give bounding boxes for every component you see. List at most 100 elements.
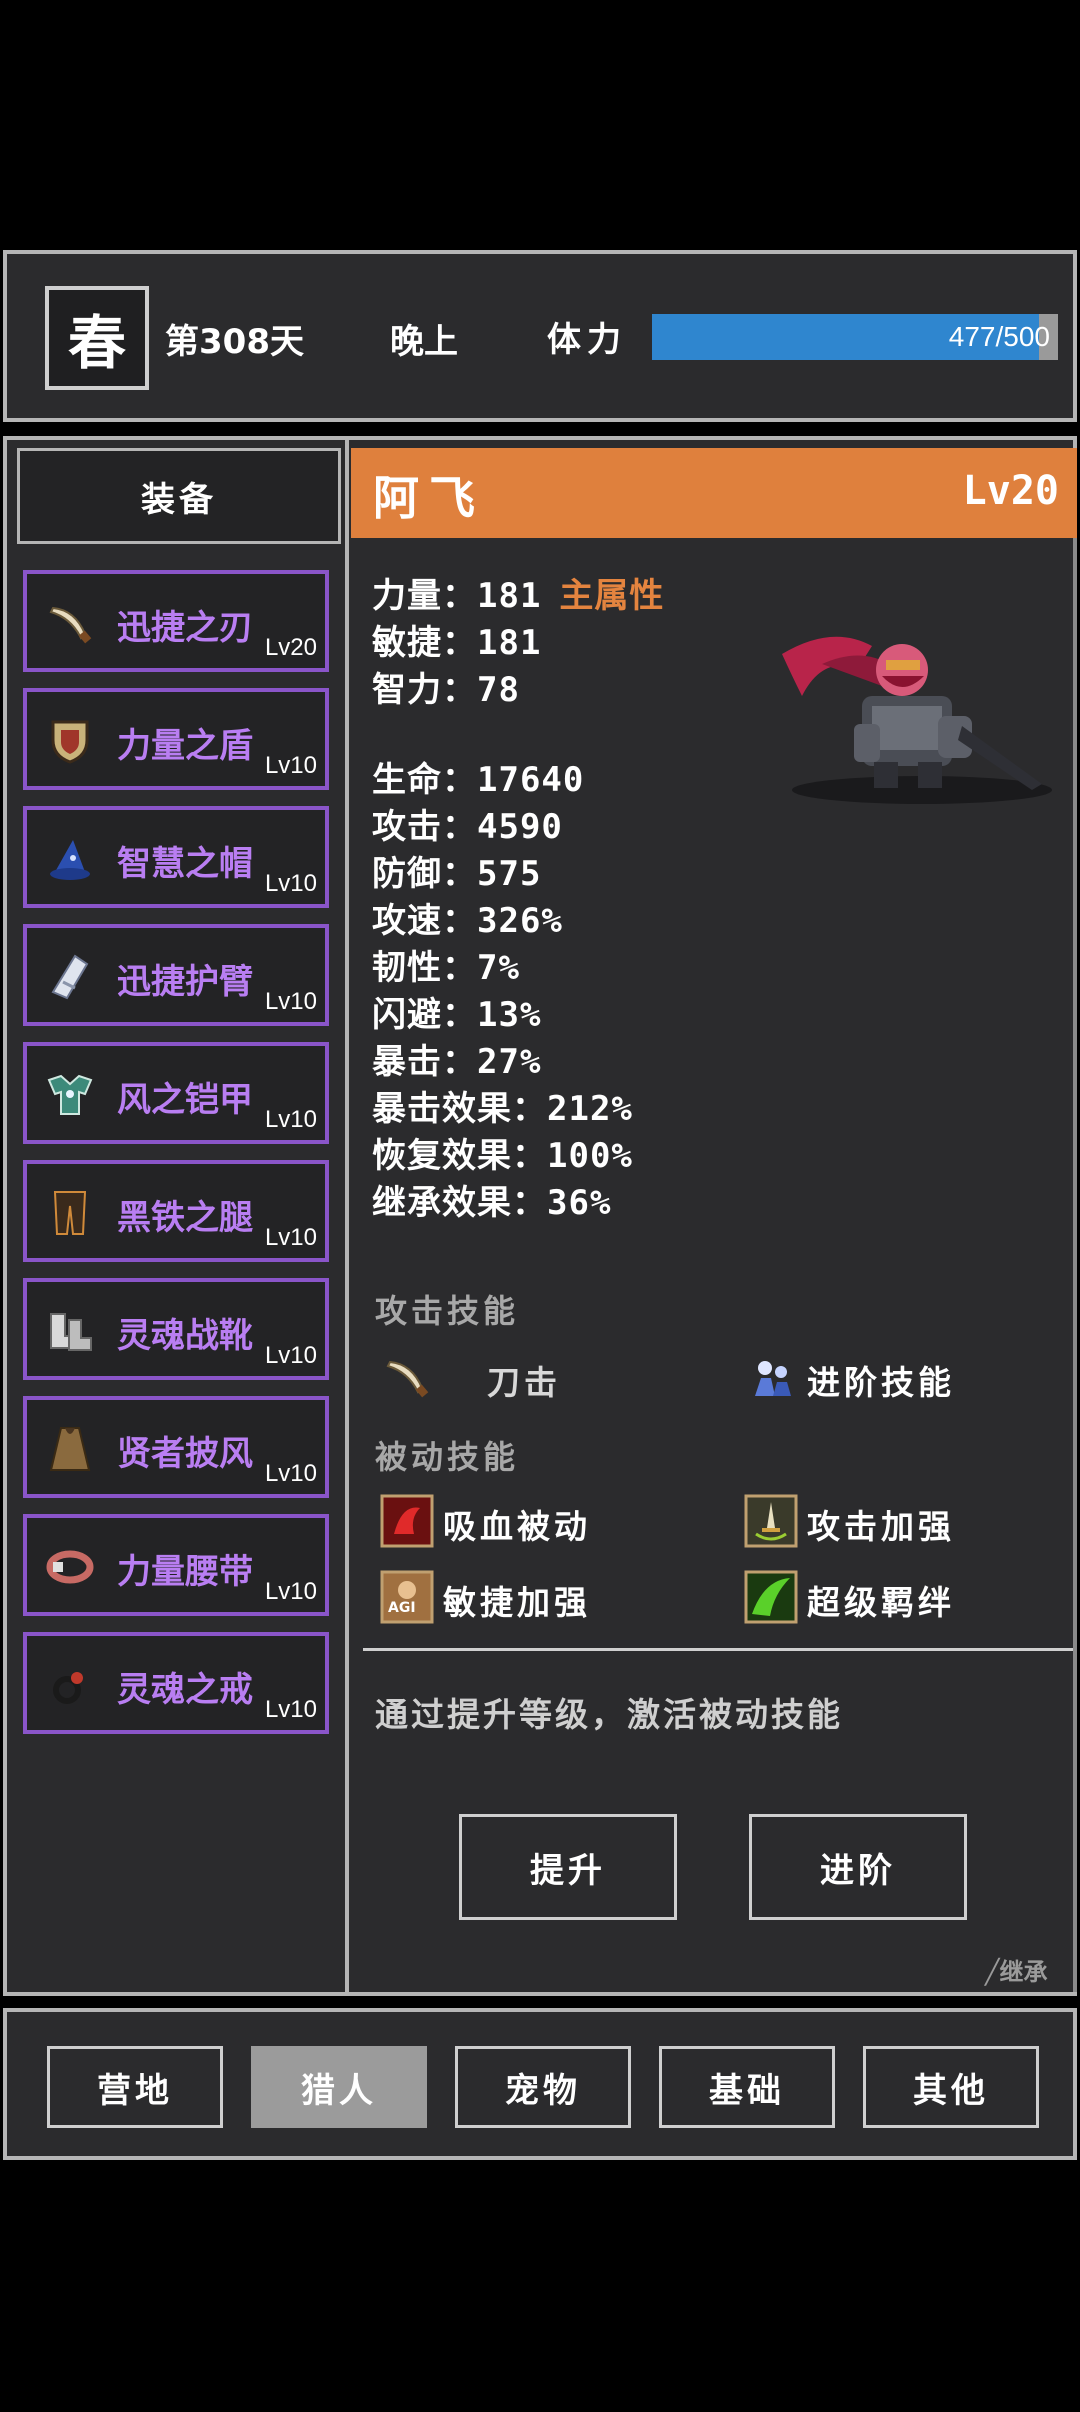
equip-name: 风之铠甲 <box>117 1080 253 1120</box>
hero-header: 阿飞 Lv20 <box>351 448 1077 538</box>
leggings-icon <box>53 1191 87 1235</box>
attr-intelligence: 智力：78 <box>372 662 520 711</box>
stat-value: 575 <box>477 854 542 894</box>
hunter-panel: 装备 迅捷之刃 Lv20 力量之盾 Lv10 智慧之帽 Lv10 迅捷护臂 Lv… <box>3 436 1077 1996</box>
attr-label: 智力： <box>372 670 477 710</box>
equip-name: 迅捷之刃 <box>117 608 253 648</box>
stat-label: 攻击： <box>372 807 477 847</box>
stat-crit: 暴击：27% <box>372 1034 541 1083</box>
stamina-value: 477/500 <box>948 321 1050 352</box>
equip-level: Lv10 <box>264 1106 317 1133</box>
equip-level: Lv10 <box>264 1460 317 1487</box>
passive-skill-attack-boost[interactable]: 攻击加强 <box>807 1500 955 1548</box>
boots-icon <box>50 1313 92 1351</box>
attack-skill-name[interactable]: 刀击 <box>487 1356 561 1404</box>
equip-slot-cloak[interactable]: 贤者披风 Lv10 <box>23 1396 329 1498</box>
equip-slot-belt[interactable]: 力量腰带 Lv10 <box>23 1514 329 1616</box>
attr-value: 181 <box>477 623 542 663</box>
ring-icon <box>53 1672 83 1704</box>
stamina-label: 体力 <box>547 320 627 360</box>
stat-value: 326% <box>477 901 563 941</box>
bracer-icon <box>51 954 89 1000</box>
equip-level: Lv10 <box>264 1342 317 1369</box>
attack-boost-icon <box>744 1494 798 1548</box>
stat-value: 17640 <box>477 760 585 800</box>
bottom-nav: 营地 猎人 宠物 基础 其他 <box>3 2008 1077 2160</box>
stat-value: 4590 <box>477 807 563 847</box>
equip-level: Lv10 <box>264 988 317 1015</box>
attr-strength: 力量：181 主属性 <box>372 568 664 617</box>
equip-slot-armor[interactable]: 风之铠甲 Lv10 <box>23 1042 329 1144</box>
tab-basic[interactable]: 基础 <box>659 2046 835 2128</box>
stat-value: 100% <box>547 1136 633 1176</box>
equip-level: Lv20 <box>264 634 317 661</box>
passive-skill-agility-boost[interactable]: 敏捷加强 <box>443 1576 591 1624</box>
equip-slot-blade[interactable]: 迅捷之刃 Lv20 <box>23 570 329 672</box>
stat-label: 继承效果： <box>372 1183 547 1223</box>
stat-label: 生命： <box>372 760 477 800</box>
stat-value: 7% <box>477 948 520 988</box>
stat-crit-effect: 暴击效果：212% <box>372 1081 633 1130</box>
stat-recovery-effect: 恢复效果：100% <box>372 1128 633 1177</box>
blade-icon <box>386 1360 429 1398</box>
section-divider <box>363 1648 1073 1651</box>
cloak-icon <box>49 1427 91 1471</box>
equip-slot-bracer[interactable]: 迅捷护臂 Lv10 <box>23 924 329 1026</box>
equip-level: Lv10 <box>264 1578 317 1605</box>
equip-slot-boots[interactable]: 灵魂战靴 Lv10 <box>23 1278 329 1380</box>
passive-skill-super-bond[interactable]: 超级羁绊 <box>807 1576 955 1624</box>
stat-label: 防御： <box>372 854 477 894</box>
equip-slot-leggings[interactable]: 黑铁之腿 Lv10 <box>23 1160 329 1262</box>
status-bar: 春 第308天 晚上 体力 477/500 <box>3 250 1077 422</box>
stat-label: 恢复效果： <box>372 1136 547 1176</box>
passive-skill-lifesteal[interactable]: 吸血被动 <box>443 1500 591 1548</box>
stat-tenacity: 韧性：7% <box>372 940 520 989</box>
equip-name: 力量之盾 <box>117 726 253 766</box>
attr-value: 181 <box>477 576 542 616</box>
attr-value: 78 <box>477 670 520 710</box>
day-counter: 第308天 <box>165 322 304 362</box>
stat-defense: 防御：575 <box>372 846 541 895</box>
equip-name: 灵魂战靴 <box>117 1316 253 1356</box>
primary-attribute-tag: 主属性 <box>559 576 665 616</box>
equip-name: 黑铁之腿 <box>117 1198 253 1238</box>
equip-name: 力量腰带 <box>117 1552 253 1592</box>
lifesteal-icon <box>380 1494 434 1548</box>
equip-slot-ring[interactable]: 灵魂之戒 Lv10 <box>23 1632 329 1734</box>
equip-name: 灵魂之戒 <box>117 1670 253 1710</box>
equip-level: Lv10 <box>264 1696 317 1723</box>
equip-slot-shield[interactable]: 力量之盾 Lv10 <box>23 688 329 790</box>
advance-button[interactable]: 进阶 <box>749 1814 967 1920</box>
stat-inherit-effect: 继承效果：36% <box>372 1175 611 1224</box>
equip-level: Lv10 <box>264 1224 317 1251</box>
belt-icon <box>46 1550 94 1584</box>
advanced-skill-button[interactable]: 进阶技能 <box>807 1356 955 1404</box>
tab-camp[interactable]: 营地 <box>47 2046 223 2128</box>
inherit-link[interactable]: ╱继承 <box>985 1952 1047 1987</box>
equip-slot-hat[interactable]: 智慧之帽 Lv10 <box>23 806 329 908</box>
attr-agility: 敏捷：181 <box>372 615 541 664</box>
advanced-skill-icon <box>755 1361 791 1396</box>
stat-label: 攻速： <box>372 901 477 941</box>
stat-attack-speed: 攻速：326% <box>372 893 563 942</box>
upgrade-button[interactable]: 提升 <box>459 1814 677 1920</box>
stamina-bar: 477/500 <box>652 314 1058 360</box>
super-bond-icon <box>744 1570 798 1624</box>
stat-value: 13% <box>477 995 542 1035</box>
agi-badge: AGI <box>388 1600 416 1616</box>
equip-name: 迅捷护臂 <box>117 962 253 1002</box>
tab-hunter[interactable]: 猎人 <box>251 2046 427 2128</box>
stat-attack: 攻击：4590 <box>372 799 563 848</box>
hero-level: Lv20 <box>962 468 1059 514</box>
stat-value: 36% <box>547 1183 612 1223</box>
stat-label: 暴击效果： <box>372 1089 547 1129</box>
tab-other[interactable]: 其他 <box>863 2046 1039 2128</box>
armor-icon <box>47 1074 93 1115</box>
upgrade-hint: 通过提升等级，激活被动技能 <box>375 1695 843 1734</box>
attr-label: 力量： <box>372 576 477 616</box>
stat-label: 韧性： <box>372 948 477 988</box>
blade-icon <box>49 606 92 644</box>
stat-label: 闪避： <box>372 995 477 1035</box>
time-of-day: 晚上 <box>390 322 458 362</box>
tab-pet[interactable]: 宠物 <box>455 2046 631 2128</box>
